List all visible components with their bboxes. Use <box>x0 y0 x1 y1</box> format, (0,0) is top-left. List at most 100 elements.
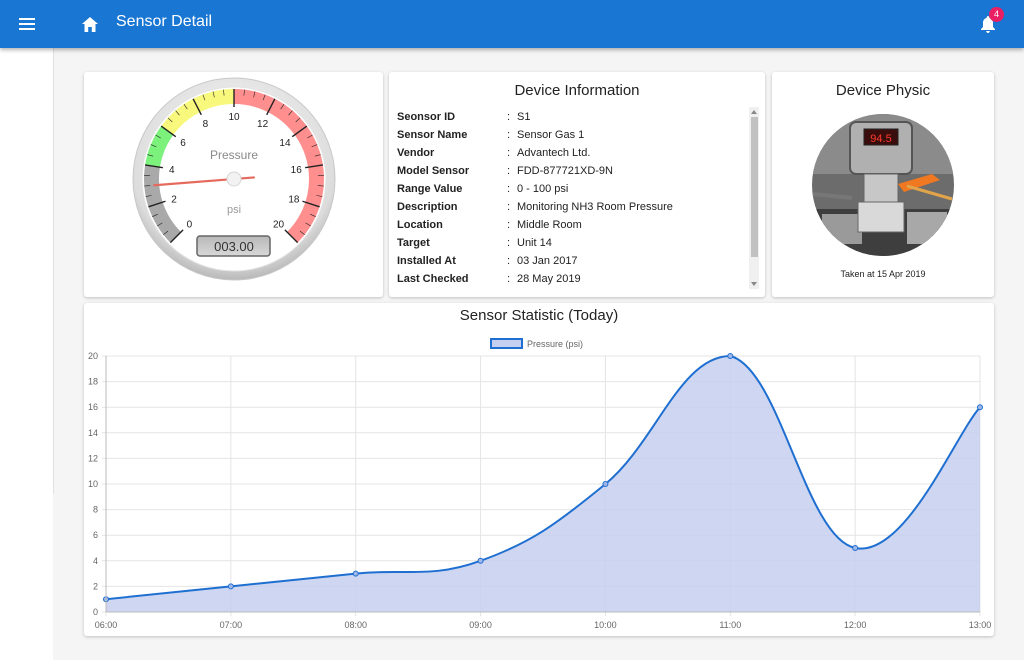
info-separator: : <box>507 273 511 285</box>
info-label: Location <box>397 219 443 231</box>
x-tick-label: 10:00 <box>594 620 617 630</box>
sensor-statistic-chart: 0 2 4 6 8 10 12 14 16 18 20 06:00 07:00 08:00 09:00 10:… <box>88 338 992 630</box>
scroll-down-icon[interactable] <box>751 282 757 286</box>
legend-label[interactable]: Pressure (psi) <box>527 339 583 349</box>
page-title: Sensor Detail <box>116 13 213 30</box>
gauge-hub <box>226 171 242 187</box>
gauge-tick-label: 18 <box>288 194 300 205</box>
gauge-card: 0 2 4 6 8 10 12 14 16 18 20 Pressure psi 003.00 <box>84 72 383 297</box>
data-point[interactable] <box>727 353 734 359</box>
info-value: Sensor Gas 1 <box>517 129 585 141</box>
info-label: Sensor Name <box>397 129 468 141</box>
info-label: Target <box>397 237 430 249</box>
info-separator: : <box>507 183 511 195</box>
info-label: Seonsor ID <box>397 111 456 123</box>
y-tick-label: 18 <box>88 377 98 387</box>
gauge-tick-label: 8 <box>203 119 209 130</box>
data-point[interactable] <box>477 557 484 564</box>
info-label: Last Checked <box>397 273 469 285</box>
info-value: S1 <box>517 111 531 123</box>
sidebar <box>0 48 54 660</box>
info-row: Vendor: Advantech Ltd. <box>397 144 747 162</box>
device-photo: 94.5 <box>812 114 954 256</box>
notification-badge: 4 <box>989 7 1004 22</box>
y-tick-label: 14 <box>88 428 98 438</box>
info-label: Range Value <box>397 183 463 195</box>
info-value: Monitoring NH3 Room Pressure <box>517 201 673 213</box>
device-info-scrollbar[interactable] <box>749 107 759 289</box>
info-row: Sensor Name: Sensor Gas 1 <box>397 126 747 144</box>
info-value: Advantech Ltd. <box>517 147 591 159</box>
legend-swatch[interactable] <box>490 338 523 349</box>
info-row: Location: Middle Room <box>397 216 747 234</box>
info-value: 28 May 2019 <box>517 273 581 285</box>
x-tick-label: 07:00 <box>220 620 243 630</box>
info-separator: : <box>507 129 511 141</box>
info-row: Range Value:0 - 100 psi <box>397 180 747 198</box>
info-value: 0 - 100 psi <box>517 183 569 195</box>
data-point[interactable] <box>227 583 234 590</box>
scrollbar-thumb[interactable] <box>751 117 758 257</box>
gauge-label: Pressure <box>210 148 258 162</box>
info-value: Middle Room <box>517 219 582 231</box>
data-point[interactable] <box>352 570 359 577</box>
gauge-tick-label: 6 <box>180 138 186 149</box>
x-tick-label: 08:00 <box>344 620 367 630</box>
y-tick-label: 10 <box>88 479 98 489</box>
gauge-tick-label: 20 <box>273 220 285 231</box>
y-tick-label: 8 <box>93 505 98 515</box>
y-tick-label: 16 <box>88 402 98 412</box>
gauge-tick-label: 2 <box>171 194 177 205</box>
x-tick-label: 11:00 <box>719 620 741 630</box>
y-tick-label: 0 <box>93 607 98 617</box>
info-label: Vendor <box>397 147 435 159</box>
info-separator: : <box>507 147 511 159</box>
data-point[interactable] <box>602 481 609 487</box>
y-tick-label: 4 <box>93 556 98 566</box>
device-info-card: Device Information Seonsor ID: S1 Sensor N… <box>389 72 765 297</box>
info-separator: : <box>507 255 511 267</box>
info-value: Unit 14 <box>517 237 552 249</box>
gauge-tick-label: 10 <box>228 112 240 123</box>
x-tick-label: 13:00 <box>969 620 992 630</box>
device-info-title: Device Information <box>514 82 640 99</box>
device-physic-title: Device Physic <box>835 82 931 99</box>
gauge-tick-label: 0 <box>187 220 193 231</box>
y-tick-label: 12 <box>88 453 98 463</box>
info-label: Model Sensor <box>397 165 470 177</box>
info-row: Target: Unit 14 <box>397 234 747 252</box>
y-tick-label: 6 <box>93 530 98 540</box>
scroll-up-icon[interactable] <box>751 110 757 114</box>
y-tick-label: 20 <box>88 351 98 361</box>
x-tick-label: 06:00 <box>95 620 118 630</box>
device-info-table: Seonsor ID: S1 Sensor Name: Sensor Gas 1 Ven… <box>397 108 747 288</box>
info-row: Installed At:03 Jan 2017 <box>397 252 747 270</box>
gauge-tick-label: 4 <box>169 165 175 176</box>
menu-icon[interactable] <box>14 12 40 36</box>
gauge-value-display: 003.00 <box>214 239 254 254</box>
pressure-gauge: 0 2 4 6 8 10 12 14 16 18 20 Pressure psi 003.00 <box>132 77 336 281</box>
info-separator: : <box>507 165 511 177</box>
info-separator: : <box>507 219 511 231</box>
x-tick-label: 09:00 <box>469 620 492 630</box>
gauge-tick-label: 12 <box>257 119 269 130</box>
gauge-unit: psi <box>227 204 241 216</box>
gauge-tick-label: 14 <box>279 138 291 149</box>
data-point[interactable] <box>977 404 983 411</box>
device-physic-card: Device Physic 94.5 Taken at 15 Apr 2019 <box>772 72 994 297</box>
info-value: FDD-877721XD-9N <box>517 165 613 177</box>
info-row: Model Sensor: FDD-877721XD-9N <box>397 162 747 180</box>
chart-legend[interactable]: Pressure (psi) <box>490 338 583 349</box>
info-row: Description: Monitoring NH3 Room Pressure <box>397 198 747 216</box>
home-icon[interactable] <box>78 12 102 36</box>
info-value: 03 Jan 2017 <box>517 255 578 267</box>
device-display-reading: 94.5 <box>870 133 891 145</box>
chart-card: Sensor Statistic (Today) 0 2 4 6 8 10 12 14 16 18… <box>84 303 994 636</box>
info-separator: : <box>507 111 511 123</box>
data-point[interactable] <box>852 545 859 551</box>
photo-caption: Taken at 15 Apr 2019 <box>840 269 926 279</box>
gauge-tick-label: 16 <box>291 165 303 176</box>
info-label: Description <box>397 201 458 213</box>
app-bar: Sensor Detail 4 <box>0 0 1024 48</box>
info-separator: : <box>507 201 511 213</box>
